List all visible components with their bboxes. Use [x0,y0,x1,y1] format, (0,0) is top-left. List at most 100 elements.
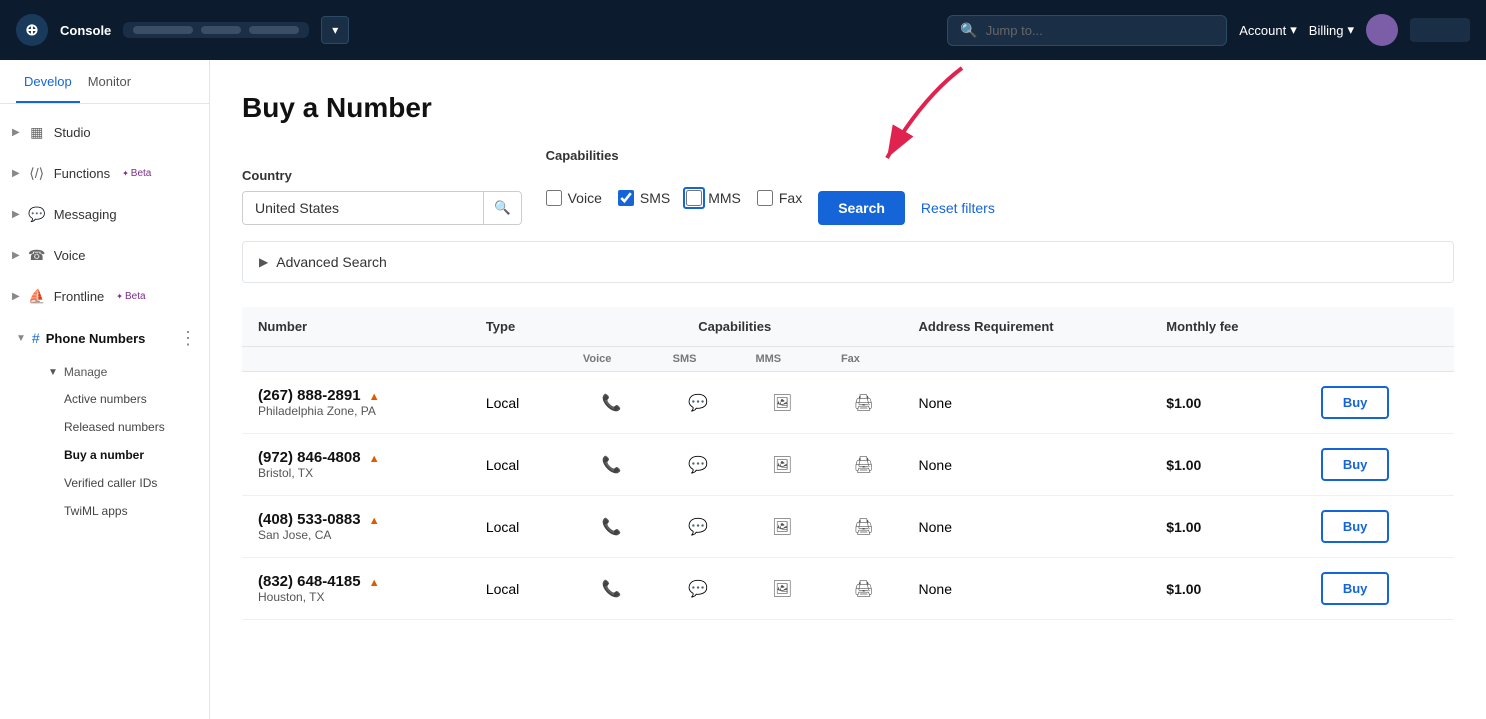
mms-label: MMS [708,190,741,206]
voice-capability-icon: 📞 [583,517,641,537]
cap-mms-cell: 🖼 [739,496,825,558]
voice-capability-icon: 📞 [583,393,641,413]
sms-checkbox[interactable] [618,190,634,206]
phone-numbers-header[interactable]: ▼ # Phone Numbers ⋮ [0,321,209,355]
main-content: Buy a Number Country 🔍 Capabilities [210,60,1486,719]
cap-voice[interactable]: Voice [546,190,602,206]
functions-icon: ⟨/⟩ [28,165,46,182]
buy-button[interactable]: Buy [1321,448,1390,481]
global-search[interactable]: 🔍 [947,15,1227,46]
sidebar-item-verified-caller-ids[interactable]: Verified caller IDs [52,469,209,497]
manage-chevron-icon: ▼ [48,367,58,378]
country-label: Country [242,168,522,183]
tab-develop[interactable]: Develop [16,60,80,103]
location: Philadelphia Zone, PA [258,404,454,418]
table-header-row: Number Type Capabilities Address Require… [242,307,1454,347]
address-req-cell: None [903,558,1151,620]
table-row: (408) 533-0883 ▲ San Jose, CA Local 📞 💬 … [242,496,1454,558]
type-cell: Local [470,372,567,434]
sidebar-tabs: Develop Monitor [0,60,209,104]
frontline-icon: ⛵ [28,288,46,305]
phone-numbers-manage: ▼ Manage Active numbers Released numbers… [0,355,209,529]
number-cell: (267) 888-2891 ▲ Philadelphia Zone, PA [242,372,470,434]
sidebar-item-frontline[interactable]: ▶ ⛵ Frontline Beta [0,280,209,313]
cap-voice-cell: 📞 [567,434,657,496]
reset-filters-link[interactable]: Reset filters [921,200,995,216]
sidebar-item-label: Functions [54,166,110,181]
beta-badge: Beta [122,168,151,179]
cap-sms-cell: 💬 [657,496,740,558]
sidebar-item-released-numbers[interactable]: Released numbers [52,413,209,441]
cap-voice-cell: 📞 [567,558,657,620]
sidebar-section-voice: ▶ ☎ Voice [0,235,209,276]
sidebar-section-messaging: ▶ 💬 Messaging [0,194,209,235]
table-row: (832) 648-4185 ▲ Houston, TX Local 📞 💬 🖼… [242,558,1454,620]
sidebar-item-buy-number[interactable]: Buy a number [52,441,209,469]
buy-button[interactable]: Buy [1321,510,1390,543]
chevron-icon: ▶ [12,250,20,261]
sidebar-item-twiml-apps[interactable]: TwiML apps [52,497,209,525]
sidebar-item-messaging[interactable]: ▶ 💬 Messaging [0,198,209,231]
avatar[interactable] [1366,14,1398,46]
sidebar: Develop Monitor ▶ ▦ Studio ▶ ⟨/⟩ Functio… [0,60,210,719]
account-menu[interactable]: Account ▾ [1239,22,1297,38]
up-arrow-icon: ▲ [369,453,380,465]
logo-icon[interactable]: ⊕ [16,14,48,46]
page-title: Buy a Number [242,92,1454,124]
number-cell: (408) 533-0883 ▲ San Jose, CA [242,496,470,558]
phone-number: (832) 648-4185 ▲ [258,573,454,590]
cap-mms[interactable]: MMS [686,190,741,206]
location: San Jose, CA [258,528,454,542]
sidebar-item-label: Messaging [54,207,117,222]
th-type: Type [470,307,567,347]
buy-button[interactable]: Buy [1321,572,1390,605]
cap-sms[interactable]: SMS [618,190,670,206]
advanced-search-header[interactable]: ▶ Advanced Search [243,242,1453,282]
filter-section: Country 🔍 Capabilities Voice [242,148,1454,225]
country-search-button[interactable]: 🔍 [483,192,521,224]
chevron-icon: ▶ [12,168,20,179]
location: Houston, TX [258,590,454,604]
cap-sms-cell: 💬 [657,558,740,620]
cap-voice-cell: 📞 [567,372,657,434]
tab-monitor[interactable]: Monitor [80,60,139,103]
advanced-search-chevron-icon: ▶ [259,255,268,269]
cap-mms-cell: 🖼 [739,558,825,620]
manage-header[interactable]: ▼ Manage [36,359,209,385]
buy-button[interactable]: Buy [1321,386,1390,419]
country-input[interactable] [243,192,483,224]
sidebar-item-voice[interactable]: ▶ ☎ Voice [0,239,209,272]
billing-label: Billing [1309,23,1344,38]
filter-row: Country 🔍 Capabilities Voice [242,148,1454,225]
mms-checkbox[interactable] [686,190,702,206]
breadcrumb-dots [133,26,193,34]
console-label: Console [60,23,111,38]
location: Bristol, TX [258,466,454,480]
cap-fax[interactable]: Fax [757,190,802,206]
top-navigation: ⊕ Console ▾ 🔍 Account ▾ Billing ▾ [0,0,1486,60]
voice-icon: ☎ [28,247,46,264]
advanced-search: ▶ Advanced Search [242,241,1454,283]
breadcrumb-dropdown-button[interactable]: ▾ [321,16,349,44]
capabilities-label: Capabilities [546,148,995,163]
up-arrow-icon: ▲ [369,515,380,527]
search-input[interactable] [986,23,1215,38]
sidebar-item-active-numbers[interactable]: Active numbers [52,385,209,413]
sidebar-item-label: Frontline [54,289,105,304]
search-button[interactable]: Search [818,191,905,225]
table-row: (267) 888-2891 ▲ Philadelphia Zone, PA L… [242,372,1454,434]
phone-numbers-more-icon[interactable]: ⋮ [179,329,197,347]
cap-fax-cell: 🖨 [825,496,903,558]
sms-capability-icon: 💬 [673,393,724,413]
sidebar-item-functions[interactable]: ▶ ⟨/⟩ Functions Beta [0,157,209,190]
fax-checkbox[interactable] [757,190,773,206]
mms-capability-icon: 🖼 [755,455,809,475]
search-icon: 🔍 [960,22,977,39]
billing-chevron-icon: ▾ [1347,22,1354,38]
table-body: (267) 888-2891 ▲ Philadelphia Zone, PA L… [242,372,1454,620]
voice-checkbox[interactable] [546,190,562,206]
user-menu-button[interactable] [1410,18,1470,42]
sms-label: SMS [640,190,670,206]
billing-menu[interactable]: Billing ▾ [1309,22,1354,38]
sidebar-item-studio[interactable]: ▶ ▦ Studio [0,116,209,149]
